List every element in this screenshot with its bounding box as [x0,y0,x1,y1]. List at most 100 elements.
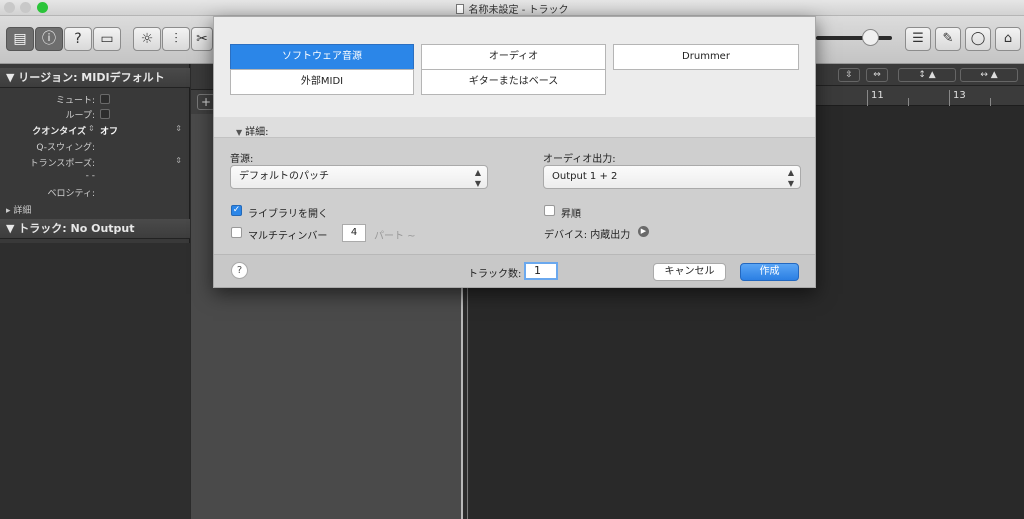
horizontal-zoom-slider[interactable]: ↔ ▲ [960,68,1018,82]
chevron-updown-icon: ▲ ▼ [787,168,794,188]
ruler-mark-11: 11 [871,90,884,101]
browser-button[interactable]: ⌂ [995,27,1021,51]
multitimbral-checkbox[interactable] [231,227,242,238]
track-type-software-instrument[interactable]: ソフトウェア音源 [230,44,414,70]
quantize-chevron-icon: ⇕ [175,124,182,133]
timeline-ruler[interactable] [812,86,1024,106]
plus-icon: + [200,95,212,109]
list-icon: ☰ [912,31,924,46]
ruler-tick [867,90,868,106]
dialog-footer: ? トラック数: 1 キャンセル 作成 [214,254,815,287]
quantize-label: クオンタイズ [32,127,86,137]
new-track-dialog: ソフトウェア音源 オーディオ Drummer 外部MIDI ギターまたはベース … [213,16,816,288]
create-button[interactable]: 作成 [740,263,799,281]
track-type-label: ソフトウェア音源 [282,51,362,62]
loop-browser-icon: ◯ [970,31,986,46]
mute-label: ミュート: [55,96,95,106]
transpose-label: トランスポーズ: [29,159,95,169]
window-title-text: 名称未設定 - トラック [468,5,569,16]
vertical-zoom-icon: ↕ ▲ [918,70,936,80]
track-type-label: ギターまたはベース [468,76,559,87]
browser-icon: ⌂ [1003,31,1013,46]
checkmark-icon: ✓ [232,205,241,215]
inspector-details-label: 詳細 [13,206,32,216]
track-type-drummer[interactable]: Drummer [613,44,799,70]
track-header[interactable]: ▼ トラック: No Output [0,219,190,239]
inspector-empty-area [0,243,190,519]
inspector-row-mute: ミュート: [0,93,190,107]
loop-browser-button[interactable]: ◯ [965,27,991,51]
notepad-button[interactable]: ✎ [935,27,961,51]
master-volume-knob[interactable] [862,29,879,46]
mute-checkbox[interactable] [100,94,110,104]
toolbar-icon: ▭ [100,31,114,47]
source-select[interactable]: デフォルトのパッチ ▲ ▼ [230,165,488,189]
source-label: 音源: [230,154,254,165]
inspector-row-quantize[interactable]: クオンタイズ ⇕ オフ ⇕ [0,124,190,138]
inspector-details-toggle[interactable]: ▸ 詳細 [6,203,31,216]
track-type-label: オーディオ [488,51,539,62]
document-icon [455,4,464,14]
output-value: Output 1 + 2 [552,171,618,182]
ruler-tick [908,98,909,106]
track-type-label: 外部MIDI [300,76,344,87]
ascending-label: 昇順 [561,209,581,220]
toolbar-toggle-button[interactable]: ▭ [93,27,121,51]
cancel-button[interactable]: キャンセル [653,263,726,281]
device-label: デバイス: 内蔵出力 [544,230,631,241]
inspector-row-transpose[interactable]: トランスポーズ: ⇕ [0,156,190,170]
ascending-checkbox[interactable] [544,205,555,216]
quantize-value: オフ [100,127,119,137]
help-button[interactable]: ? [231,262,248,279]
output-label: オーディオ出力: [543,154,616,165]
output-select[interactable]: Output 1 + 2 ▲ ▼ [543,165,801,189]
track-type-external-midi[interactable]: 外部MIDI [230,69,414,95]
region-header-text: リージョン: MIDIデフォルト [18,71,165,84]
loop-checkbox[interactable] [100,109,110,119]
open-library-checkbox[interactable]: ✓ [231,205,242,216]
quick-help-button[interactable]: ? [64,27,92,51]
quantize-updown-icon: ⇕ [88,124,95,133]
track-count-label: トラック数: [468,269,522,280]
mixer-button[interactable]: ⫶ [162,27,190,51]
fine-value: - - [85,171,95,181]
track-type-audio[interactable]: オーディオ [421,44,606,70]
master-volume-slider[interactable] [816,36,892,40]
device-info-arrow-icon[interactable]: ▶ [638,226,649,237]
multitimbral-suffix: パート ~ [374,231,416,242]
smart-controls-icon: ☼ [140,31,154,47]
inspector-row-velocity[interactable]: ベロシティ: [0,186,190,200]
smart-controls-button[interactable]: ☼ [133,27,161,51]
library-button[interactable]: ▤ [6,27,34,51]
open-library-label: ライブラリを開く [248,209,328,220]
region-header[interactable]: ▼ リージョン: MIDIデフォルト [0,68,190,88]
editors-button[interactable]: ✂ [191,27,213,51]
vertical-zoom-button[interactable]: ⇳ [838,68,860,82]
ruler-tick [949,90,950,106]
track-count-input[interactable]: 1 [524,262,558,280]
details-disclosure[interactable]: ▼ 詳細: [236,123,269,138]
notepad-icon: ✎ [942,31,954,46]
info-icon: ⓘ [42,31,56,47]
vertical-fit-icon: ⇳ [845,70,853,80]
qswing-label: Q-スウィング: [36,143,95,153]
multitimbral-label: マルチティンバー [248,231,328,242]
library-icon: ▤ [13,31,27,47]
details-section: 音源: デフォルトのパッチ ▲ ▼ オーディオ出力: Output 1 + 2 ▲… [214,137,815,254]
disclosure-triangle-icon: ▸ [6,206,11,216]
inspector-panel: ▼ リージョン: MIDIデフォルト ミュート: ループ: クオンタイズ ⇕ オ… [0,64,190,519]
question-icon: ? [236,265,243,276]
ruler-mark-13: 13 [953,90,966,101]
chevron-updown-icon: ▲ ▼ [474,168,481,188]
list-editors-button[interactable]: ☰ [905,27,931,51]
inspector-row-qswing[interactable]: Q-スウィング: [0,140,190,154]
inspector-row-loop: ループ: [0,108,190,122]
help-icon: ? [74,31,82,47]
vertical-zoom-slider[interactable]: ↕ ▲ [898,68,956,82]
loop-label: ループ: [65,111,96,121]
track-type-guitar-bass[interactable]: ギターまたはベース [421,69,606,95]
inspector-button[interactable]: ⓘ [35,27,63,51]
inspector-row-fine[interactable]: - - [0,171,190,185]
multitimbral-count-field[interactable]: 4 [342,224,366,242]
horizontal-zoom-button[interactable]: ⇔ [866,68,888,82]
